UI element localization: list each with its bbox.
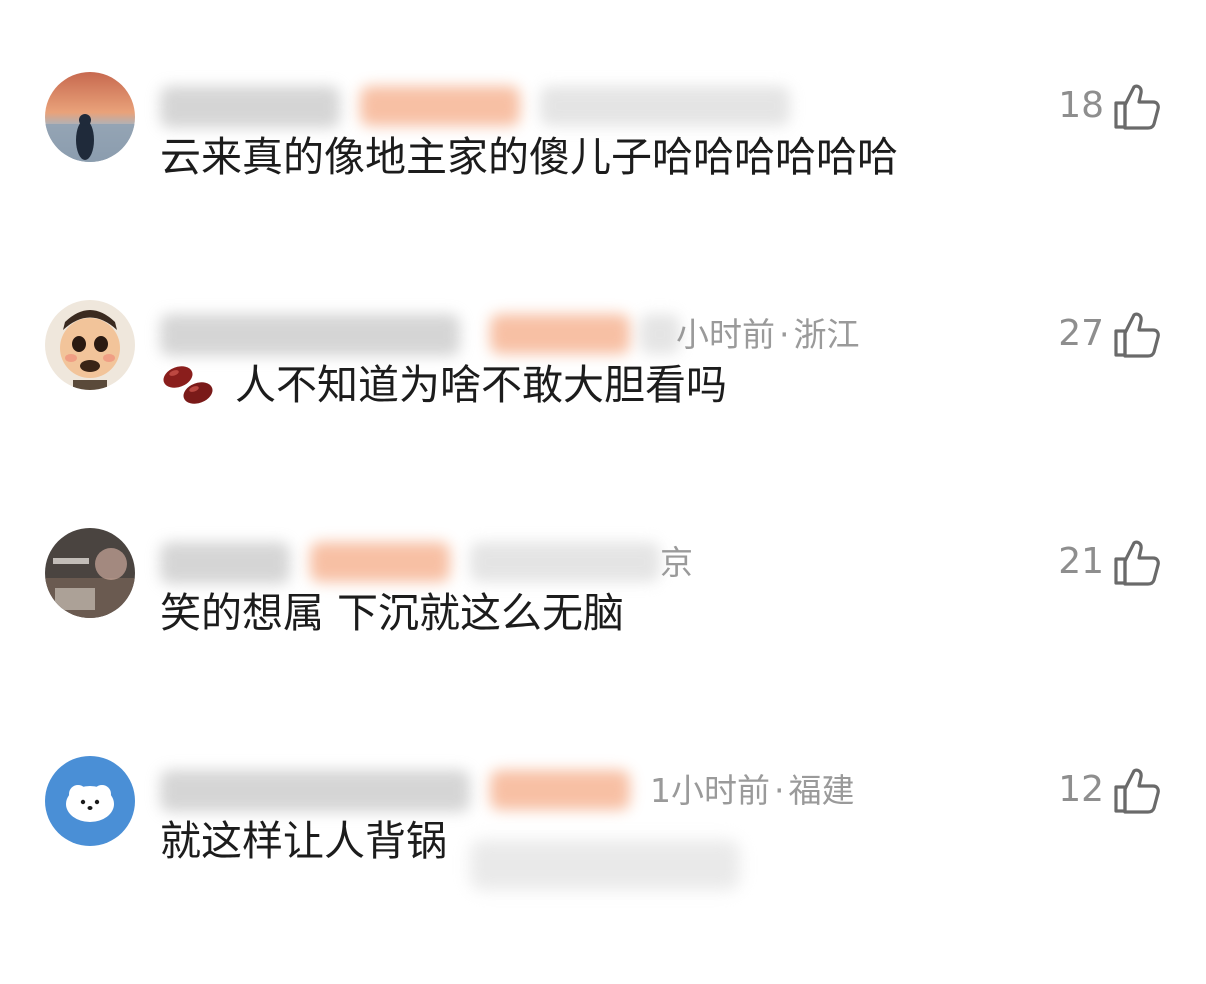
comment-header: 1小时前 · 福建 bbox=[160, 764, 900, 818]
comment-header: 京 bbox=[160, 536, 900, 590]
comment-meta: 京 bbox=[660, 543, 693, 582]
watermark bbox=[470, 840, 740, 890]
comment-text: 就这样让人背锅 bbox=[160, 817, 447, 865]
thumbs-up-icon bbox=[1112, 765, 1162, 815]
avatar[interactable] bbox=[45, 756, 135, 846]
like-count: 12 bbox=[1058, 769, 1104, 810]
avatar[interactable] bbox=[45, 528, 135, 618]
comment-time: 小时前 bbox=[676, 315, 775, 354]
username[interactable] bbox=[160, 86, 340, 128]
thumbs-up-icon bbox=[1112, 537, 1162, 587]
meta-separator: · bbox=[774, 771, 785, 810]
like-count: 27 bbox=[1058, 313, 1104, 354]
comment-item: 小时前 · 浙江 人不知道为啥不敢大胆看吗 27 bbox=[0, 300, 1206, 528]
comment-header: 小时前 · 浙江 bbox=[160, 308, 900, 362]
comment-meta-blurred bbox=[640, 314, 680, 354]
username[interactable] bbox=[160, 770, 470, 812]
like-count: 18 bbox=[1058, 85, 1104, 126]
comment-meta: 1小时前 · 福建 bbox=[650, 769, 855, 813]
like-button[interactable]: 27 bbox=[1058, 305, 1162, 363]
user-badge bbox=[490, 314, 630, 354]
username[interactable] bbox=[160, 314, 460, 356]
username[interactable] bbox=[160, 542, 290, 584]
like-button[interactable]: 18 bbox=[1058, 77, 1162, 135]
comment-region: 福建 bbox=[788, 771, 855, 810]
avatar[interactable] bbox=[45, 300, 135, 390]
comment-text: 云来真的像地主家的傻儿子哈哈哈哈哈哈 bbox=[160, 133, 898, 181]
comment-text: 笑的想属 下沉就这么无脑 bbox=[160, 589, 625, 637]
user-badge bbox=[310, 542, 450, 582]
like-button[interactable]: 21 bbox=[1058, 533, 1162, 591]
comment-meta bbox=[540, 86, 790, 126]
user-badge bbox=[490, 770, 630, 810]
comment-meta-blurred bbox=[470, 542, 660, 582]
comment-region: 浙江 bbox=[793, 315, 860, 354]
comment-header bbox=[160, 80, 900, 134]
kidney-beans-emoji bbox=[160, 361, 235, 409]
thumbs-up-icon bbox=[1112, 81, 1162, 131]
like-count: 21 bbox=[1058, 541, 1104, 582]
like-button[interactable]: 12 bbox=[1058, 761, 1162, 819]
thumbs-up-icon bbox=[1112, 309, 1162, 359]
user-badge bbox=[360, 86, 520, 126]
comment-time: 1小时前 bbox=[650, 771, 770, 810]
comment-item: 云来真的像地主家的傻儿子哈哈哈哈哈哈 18 bbox=[0, 72, 1206, 300]
comment-item: 京 笑的想属 下沉就这么无脑 21 bbox=[0, 528, 1206, 756]
comment-text-content: 人不知道为啥不敢大胆看吗 bbox=[235, 361, 728, 409]
avatar[interactable] bbox=[45, 72, 135, 162]
comment-text: 人不知道为啥不敢大胆看吗 bbox=[160, 355, 727, 415]
comment-meta: 小时前 · 浙江 bbox=[676, 313, 860, 357]
meta-separator: · bbox=[779, 315, 790, 354]
